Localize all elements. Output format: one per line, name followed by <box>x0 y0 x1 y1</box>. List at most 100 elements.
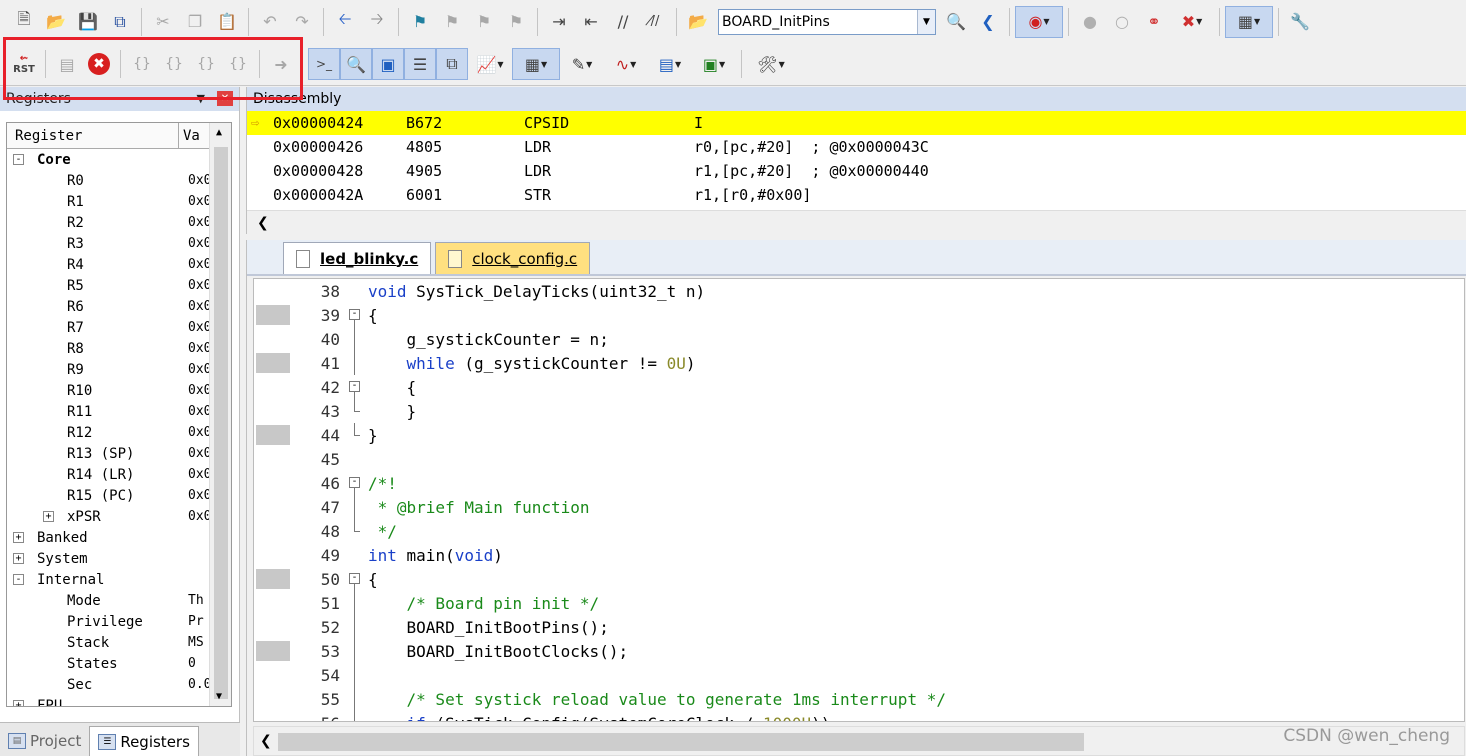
serial-windows-icon[interactable]: ✎ ▼ <box>560 48 604 80</box>
navigate-back-icon[interactable]: 🡠 <box>329 6 361 38</box>
new-file-icon[interactable]: 🗎 <box>8 6 40 38</box>
breakpoint-gutter[interactable] <box>256 353 290 373</box>
breakpoint-insert-icon[interactable]: ● <box>1074 6 1106 38</box>
register-row[interactable]: R3 0x0 <box>7 233 231 254</box>
bookmark-insert-icon[interactable]: ⚑ <box>404 6 436 38</box>
breakpoint-gutter[interactable] <box>256 593 290 613</box>
code-line[interactable]: 44} <box>254 423 1464 447</box>
register-row[interactable]: System + <box>7 548 231 569</box>
chevron-down-icon[interactable]: ▼ <box>917 9 935 34</box>
collapse-icon[interactable]: - <box>349 477 360 488</box>
registers-scrollbar[interactable]: ▲ ▼ <box>209 123 231 706</box>
memory-windows-icon[interactable]: ▦ ▼ <box>512 48 560 80</box>
breakpoint-gutter[interactable] <box>256 473 290 493</box>
disassembly-row[interactable]: 0x00000428 4905 LDR r1,[pc,#20] ; @0x000004… <box>247 159 1466 183</box>
tab-clock-config[interactable]: clock_config.c <box>435 242 591 274</box>
code-line[interactable]: 45 <box>254 447 1464 471</box>
code-line[interactable]: 40 g_systickCounter = n; <box>254 327 1464 351</box>
toolbox-icon[interactable]: 🛠 ▼ <box>747 48 795 80</box>
debug-session-icon[interactable]: ◉ ▼ <box>1015 5 1063 38</box>
register-row[interactable]: Banked + <box>7 527 231 548</box>
unindent-icon[interactable]: ⇤ <box>575 6 607 38</box>
navigate-forward-icon[interactable]: 🡢 <box>361 6 393 38</box>
registers-window-icon[interactable]: ☰ <box>404 48 436 80</box>
code-line[interactable]: 46-/*! <box>254 471 1464 495</box>
scroll-left-icon[interactable]: ❮ <box>260 733 272 749</box>
disassembly-hscroll[interactable]: ❮ <box>247 210 1466 234</box>
code-line[interactable]: 49 int main(void) <box>254 543 1464 567</box>
register-row[interactable]: xPSR +0x0 <box>7 506 231 527</box>
scroll-left-icon[interactable]: ❮ <box>257 215 269 231</box>
tab-registers[interactable]: ☰ Registers <box>89 726 199 756</box>
breakpoint-enable-icon[interactable]: ○ <box>1106 6 1138 38</box>
tab-led-blinky[interactable]: led_blinky.c <box>283 242 432 274</box>
scroll-down-icon[interactable]: ▼ <box>216 691 222 702</box>
code-line[interactable]: 39-{ <box>254 303 1464 327</box>
register-row[interactable]: R13 (SP) 0x0 <box>7 443 231 464</box>
register-row[interactable]: R2 0x0 <box>7 212 231 233</box>
register-row[interactable]: Internal - <box>7 569 231 590</box>
register-row[interactable]: R8 0x0 <box>7 338 231 359</box>
paste-icon[interactable]: 📋 <box>211 6 243 38</box>
expand-icon[interactable]: + <box>13 553 24 564</box>
open-file-icon[interactable]: 📂 <box>40 6 72 38</box>
register-row[interactable]: R12 0x0 <box>7 422 231 443</box>
symbols-window-icon[interactable]: ▣ <box>372 48 404 80</box>
code-line[interactable]: 56 if (SysTick_Config(SystemCoreClock / … <box>254 711 1464 721</box>
breakpoint-gutter[interactable] <box>256 329 290 349</box>
register-row[interactable]: Mode Th <box>7 590 231 611</box>
window-layout-icon[interactable]: ▦ ▼ <box>1225 5 1273 38</box>
register-row[interactable]: R10 0x0 <box>7 380 231 401</box>
code-line[interactable]: 48 */ <box>254 519 1464 543</box>
indent-icon[interactable]: ⇥ <box>543 6 575 38</box>
undo-icon[interactable]: ↶ <box>254 6 286 38</box>
register-row[interactable]: R6 0x0 <box>7 296 231 317</box>
expand-icon[interactable]: + <box>43 511 54 522</box>
system-viewer-icon[interactable]: ▣ ▼ <box>692 48 736 80</box>
code-line[interactable]: 55 /* Set systick reload value to genera… <box>254 687 1464 711</box>
trace-windows-icon[interactable]: ▤ ▼ <box>648 48 692 80</box>
breakpoint-gutter[interactable] <box>256 569 290 589</box>
bookmark-prev-icon[interactable]: ⚑ <box>436 6 468 38</box>
breakpoint-gutter[interactable] <box>256 449 290 469</box>
register-row[interactable]: FPU + <box>7 695 231 706</box>
register-row[interactable]: R4 0x0 <box>7 254 231 275</box>
collapse-icon[interactable]: - <box>349 381 360 392</box>
analysis-windows-icon[interactable]: ∿ ▼ <box>604 48 648 80</box>
scroll-thumb[interactable] <box>214 147 228 699</box>
code-line[interactable]: 42- { <box>254 375 1464 399</box>
register-row[interactable]: R5 0x0 <box>7 275 231 296</box>
breakpoint-gutter[interactable] <box>256 425 290 445</box>
function-combo[interactable]: BOARD_InitPins ▼ <box>718 8 936 35</box>
register-row[interactable]: R11 0x0 <box>7 401 231 422</box>
register-row[interactable]: Core - <box>7 149 231 170</box>
disassembly-window-icon[interactable]: 🔍 <box>340 48 372 80</box>
register-row[interactable]: Privilege Pr <box>7 611 231 632</box>
breakpoint-gutter[interactable] <box>256 641 290 661</box>
uncomment-icon[interactable]: /̸/ <box>639 6 671 38</box>
breakpoint-gutter[interactable] <box>256 617 290 637</box>
register-row[interactable]: R1 0x0 <box>7 191 231 212</box>
incremental-find-icon[interactable]: ❮ <box>972 6 1004 38</box>
code-line[interactable]: 38 void SysTick_DelayTicks(uint32_t n) <box>254 279 1464 303</box>
register-row[interactable]: R14 (LR) 0x0 <box>7 464 231 485</box>
copy-icon[interactable]: ❐ <box>179 6 211 38</box>
register-row[interactable]: R7 0x0 <box>7 317 231 338</box>
breakpoint-gutter[interactable] <box>256 521 290 541</box>
collapse-icon[interactable]: - <box>349 573 360 584</box>
collapse-icon[interactable]: - <box>13 154 24 165</box>
code-line[interactable]: 47 * @brief Main function <box>254 495 1464 519</box>
find-icon[interactable]: 🔍 <box>940 6 972 38</box>
code-line[interactable]: 41 while (g_systickCounter != 0U) <box>254 351 1464 375</box>
tab-project[interactable]: ▤ Project <box>0 726 89 756</box>
command-window-icon[interactable]: >_ <box>308 48 340 80</box>
code-editor[interactable]: 38 void SysTick_DelayTicks(uint32_t n) 39-… <box>253 278 1465 722</box>
breakpoint-gutter[interactable] <box>256 689 290 709</box>
breakpoint-gutter[interactable] <box>256 665 290 685</box>
configure-wrench-icon[interactable]: 🔧 <box>1284 6 1316 38</box>
watch-windows-icon[interactable]: 📈 ▼ <box>468 48 512 80</box>
column-register[interactable]: Register <box>7 123 179 148</box>
breakpoint-gutter[interactable] <box>256 545 290 565</box>
expand-icon[interactable]: + <box>13 700 24 706</box>
collapse-icon[interactable]: - <box>349 309 360 320</box>
